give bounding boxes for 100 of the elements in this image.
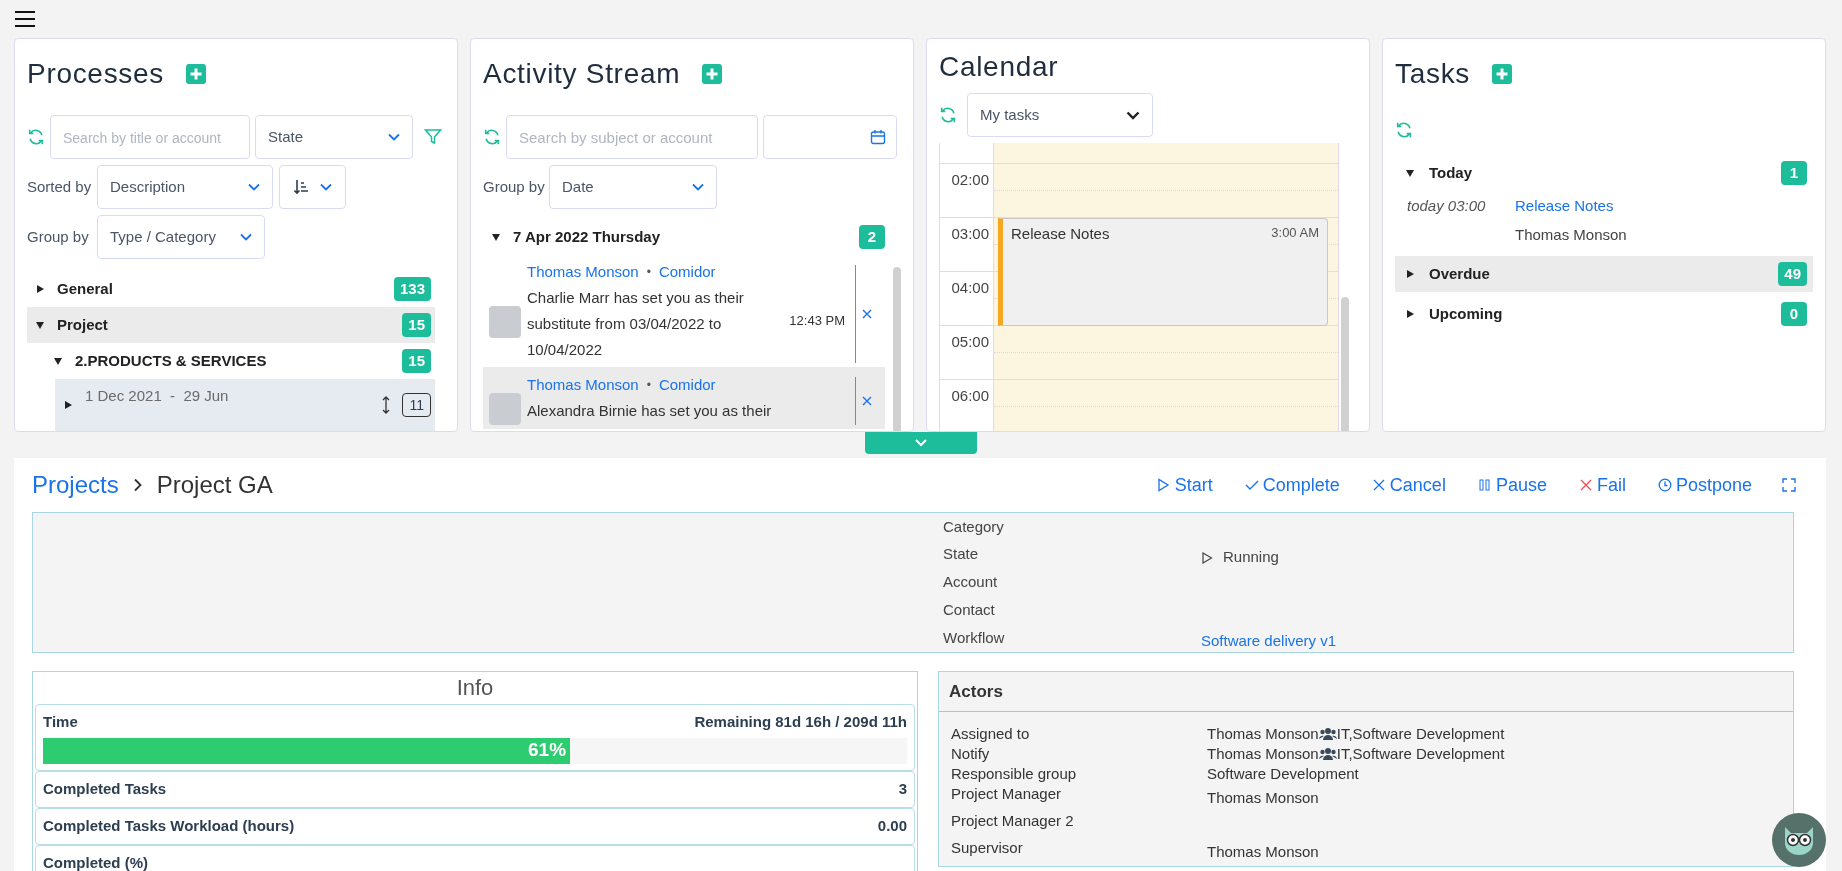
actor-label: Responsible group [951, 764, 1078, 784]
chevron-right-icon [132, 478, 143, 492]
select-value: Date [562, 176, 594, 197]
actor-label: Supervisor [951, 838, 1024, 858]
timestamp: 12:43 PM [789, 313, 845, 329]
count-badge: 133 [393, 277, 431, 301]
info-label: Time [43, 712, 78, 732]
state-dropdown[interactable]: State [255, 115, 413, 159]
source-link[interactable]: Comidor [658, 373, 716, 397]
count-badge: 15 [402, 349, 431, 373]
calendar-icon [870, 129, 886, 145]
search-field[interactable]: Search by subject or account [506, 115, 758, 159]
triangle-down-icon[interactable] [491, 232, 501, 242]
sort-order-dropdown[interactable] [279, 165, 346, 209]
panel-title: Calendar [939, 50, 1059, 84]
scrollbar[interactable] [1341, 297, 1349, 431]
actor-label: Project Manager 2 [951, 811, 1075, 831]
section-title: Info [455, 674, 495, 702]
action-button[interactable]: Start [1156, 471, 1213, 499]
task-group-row[interactable]: Overdue 49 [1395, 256, 1813, 292]
tree-row[interactable]: 1 Dec 2021 - 29 Jun 11 [55, 379, 435, 431]
calendar-event[interactable]: Release Notes 3:00 AM [998, 218, 1328, 326]
tree-label: 2.PRODUCTS & SERVICES [75, 350, 268, 371]
date-field[interactable] [763, 115, 897, 159]
action-button[interactable]: Postpone [1657, 471, 1752, 499]
task-link[interactable]: Release Notes [1515, 195, 1614, 218]
add-icon[interactable] [702, 64, 723, 84]
close-icon[interactable] [862, 396, 872, 406]
add-icon[interactable] [186, 64, 207, 84]
count-badge: 11 [402, 393, 431, 417]
actor-value: Thomas Monson [1207, 787, 1319, 808]
group-dropdown[interactable]: Type / Category [97, 215, 265, 259]
select-value: Type / Category [110, 226, 216, 247]
field-label: State [943, 544, 980, 565]
avatar-photo [489, 393, 521, 425]
action-button[interactable]: Pause [1477, 471, 1547, 499]
actor-label: Assigned to [951, 724, 1031, 744]
vertical-arrows-icon[interactable] [382, 396, 391, 414]
chevron-down-icon [248, 183, 260, 191]
author-link[interactable]: Thomas Monson [527, 260, 639, 284]
group-label: Today [1429, 162, 1474, 183]
action-button[interactable]: Complete [1244, 471, 1340, 499]
filter-icon[interactable] [424, 128, 442, 146]
field-label: Category [943, 516, 1005, 537]
triangle-right-icon[interactable] [1405, 309, 1415, 319]
author-link[interactable]: Thomas Monson [527, 373, 639, 397]
collapse-toggle-button[interactable] [865, 432, 977, 454]
refresh-icon[interactable] [939, 106, 957, 124]
hour-label: 03:00 [951, 225, 989, 242]
refresh-icon[interactable] [1395, 121, 1413, 139]
fullscreen-icon[interactable] [1782, 478, 1796, 492]
refresh-icon[interactable] [483, 128, 501, 146]
field-label: Group by [483, 176, 543, 197]
select-value: State [268, 126, 304, 147]
count-badge: 15 [402, 313, 431, 337]
search-field[interactable]: Search by title or account [50, 115, 250, 159]
activity-item[interactable]: Thomas Monson • Comidor Alexandra Birnie has set you as their [483, 367, 885, 429]
section-title: Actors [949, 680, 1003, 703]
count-badge: 1 [1781, 161, 1807, 185]
group-dropdown[interactable]: Date [549, 165, 717, 209]
close-icon[interactable] [862, 309, 872, 319]
triangle-right-icon[interactable] [1405, 269, 1415, 279]
count-badge: 2 [859, 225, 885, 249]
chevron-down-icon [240, 233, 252, 241]
triangle-down-icon[interactable] [53, 356, 63, 366]
actor-label: Notify [951, 744, 991, 764]
separator: • [646, 264, 651, 281]
panel-title: Activity Stream [483, 57, 681, 91]
refresh-icon[interactable] [27, 128, 45, 146]
triangle-right-icon[interactable] [63, 400, 73, 410]
action-button[interactable]: Fail [1578, 471, 1626, 499]
assistant-avatar[interactable] [1772, 813, 1826, 867]
day-column[interactable]: Release Notes 3:00 AM [994, 143, 1338, 431]
workflow-link[interactable]: Software delivery v1 [1201, 629, 1337, 653]
info-label: Completed (%) [43, 852, 148, 871]
triangle-down-icon[interactable] [35, 320, 45, 330]
x-icon [1578, 478, 1593, 492]
tree-row[interactable]: Project 15 [27, 307, 435, 343]
action-button[interactable]: Cancel [1371, 471, 1446, 499]
sort-dropdown[interactable]: Description [97, 165, 273, 209]
actor-value: Thomas Monson [1207, 841, 1319, 862]
calendar-filter-dropdown[interactable]: My tasks [967, 93, 1153, 137]
source-link[interactable]: Comidor [658, 260, 716, 284]
add-icon[interactable] [1492, 64, 1513, 84]
activity-text: Charlie Marr has set you as their substitute from 03/04/2022 to 10/04/2022 [527, 288, 745, 360]
triangle-right-icon[interactable] [35, 284, 45, 294]
pause-icon [1477, 478, 1492, 492]
actor-group: IT,Software Development [1336, 724, 1505, 744]
sort-icon [293, 179, 310, 195]
breadcrumb-link[interactable]: Projects [32, 467, 119, 503]
menu-icon[interactable] [14, 10, 36, 28]
triangle-down-icon[interactable] [1405, 168, 1415, 178]
info-label: Completed Tasks Workload (hours) [43, 815, 295, 836]
event-time: 3:00 AM [1271, 224, 1319, 242]
select-value: Description [110, 176, 186, 197]
clock-icon [1657, 478, 1672, 492]
date-range: 1 Dec 2021 - 29 Jun [85, 386, 230, 406]
separator: • [646, 377, 651, 394]
chevron-down-icon [1126, 110, 1140, 120]
scrollbar[interactable] [893, 267, 901, 431]
